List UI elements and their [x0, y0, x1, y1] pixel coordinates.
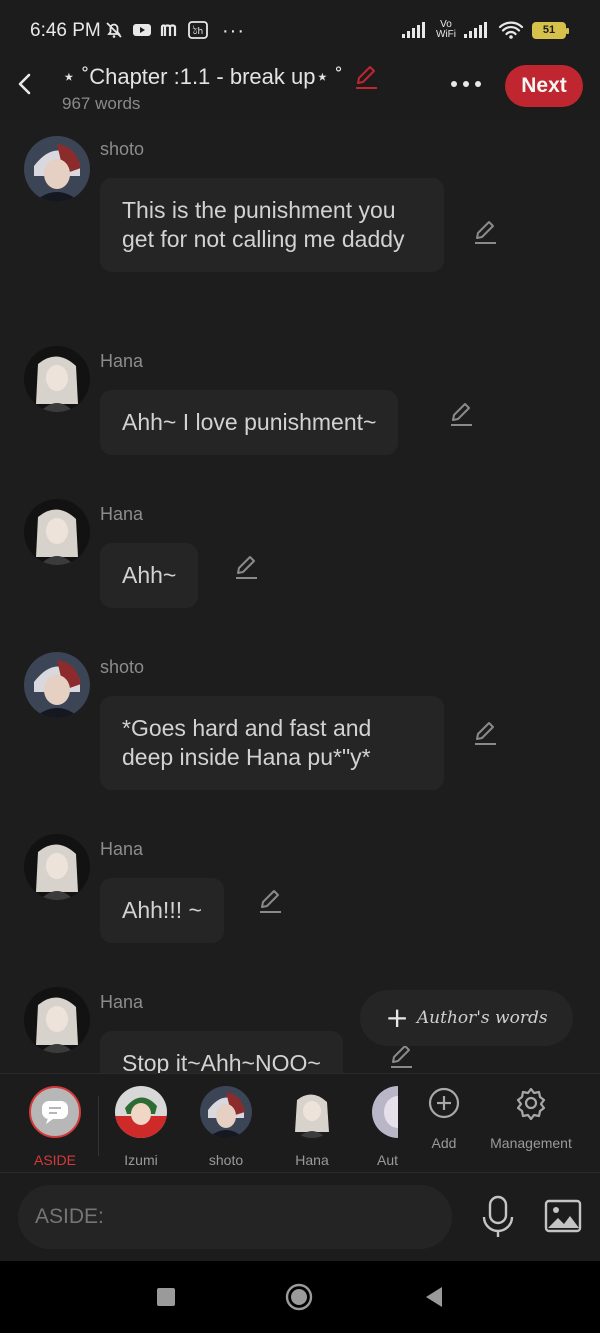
- character-label: Aut: [377, 1152, 398, 1168]
- izumi-avatar: [115, 1086, 167, 1138]
- hana-avatar[interactable]: [24, 499, 90, 565]
- speech-bubble-icon: [42, 1101, 68, 1124]
- back-triangle-icon[interactable]: [420, 1283, 448, 1311]
- add-character-button[interactable]: Add: [416, 1086, 472, 1151]
- title-block: ⋆ ˚Chapter :1.1 - break up⋆ ˚ 967 words: [62, 64, 379, 114]
- wifi-icon: [498, 21, 524, 39]
- hana-avatar[interactable]: [24, 346, 90, 412]
- add-label: Add: [431, 1135, 457, 1151]
- microphone-icon[interactable]: [478, 1195, 518, 1239]
- divider: [98, 1096, 99, 1156]
- aut-avatar: [372, 1086, 398, 1138]
- edit-pencil-icon[interactable]: [388, 1043, 414, 1069]
- authors-words-button[interactable]: + Author's words: [360, 990, 573, 1046]
- app-badge-icon: ঠh: [188, 21, 208, 39]
- hana-avatar[interactable]: [24, 987, 90, 1053]
- character-hana[interactable]: Hana: [277, 1086, 347, 1168]
- input-bar: [0, 1173, 600, 1261]
- character-aut[interactable]: Aut: [352, 1086, 398, 1168]
- shoto-avatar: [200, 1086, 252, 1138]
- character-label: Izumi: [124, 1152, 158, 1168]
- edit-pencil-icon[interactable]: [257, 888, 283, 914]
- home-circle-icon[interactable]: [285, 1283, 313, 1311]
- edit-pencil-icon[interactable]: [233, 554, 259, 580]
- hana-avatar: [286, 1086, 338, 1138]
- authors-words-label: Author's words: [416, 1008, 548, 1028]
- chat-area[interactable]: shoto This is the punishment you get for…: [0, 120, 600, 1073]
- more-options-icon[interactable]: [446, 72, 486, 96]
- word-count: 967 words: [62, 94, 141, 113]
- system-nav-bar: [0, 1261, 600, 1333]
- next-button[interactable]: Next: [505, 65, 583, 107]
- status-time: 6:46 PM: [30, 20, 101, 41]
- title-pencil-icon[interactable]: [353, 64, 379, 90]
- messenger-m-icon: [160, 24, 177, 36]
- speaker-name: shoto: [100, 139, 145, 159]
- back-arrow-icon[interactable]: [12, 70, 40, 98]
- add-circle-icon: [428, 1087, 460, 1119]
- plus-icon: +: [385, 1001, 409, 1034]
- character-label: Hana: [295, 1152, 329, 1168]
- recents-square-icon[interactable]: [152, 1283, 180, 1311]
- chapter-title[interactable]: ⋆ ˚Chapter :1.1 - break up⋆ ˚: [62, 64, 343, 90]
- youtube-icon: [133, 24, 151, 36]
- speaker-name: shoto: [100, 657, 145, 677]
- image-icon[interactable]: [544, 1199, 582, 1233]
- message-bubble[interactable]: *Goes hard and fast and deep inside Hana…: [100, 696, 444, 790]
- battery-icon: 51: [532, 21, 569, 39]
- vowifi-label: Vo WiFi: [436, 19, 456, 40]
- speaker-name: Hana: [100, 992, 144, 1012]
- character-aside[interactable]: ASIDE: [20, 1086, 90, 1168]
- gear-icon: [516, 1087, 546, 1121]
- speaker-name: Hana: [100, 839, 144, 859]
- character-label: shoto: [208, 1152, 244, 1168]
- character-izumi[interactable]: Izumi: [106, 1086, 176, 1168]
- status-system-icons: Vo WiFi 51: [402, 19, 569, 40]
- status-bar: 6:46 PM ঠh ··· Vo WiFi 51: [0, 0, 600, 64]
- message-bubble[interactable]: This is the punishment you get for not c…: [100, 178, 444, 272]
- status-more-icon: ···: [222, 20, 245, 42]
- signal-icon: [402, 22, 425, 38]
- chapter-header: ⋆ ˚Chapter :1.1 - break up⋆ ˚ 967 words …: [0, 64, 600, 120]
- status-notification-icons: ঠh: [104, 20, 208, 40]
- character-shoto[interactable]: shoto: [191, 1086, 261, 1168]
- character-bar: ASIDE Izumi shoto Hana Aut Add Managemen…: [0, 1073, 600, 1173]
- speaker-name: Hana: [100, 504, 144, 524]
- character-label: ASIDE: [33, 1152, 76, 1168]
- speaker-name: Hana: [100, 351, 144, 371]
- svg-text:ঠh: ঠh: [192, 25, 204, 37]
- message-bubble[interactable]: Ahh!!! ~: [100, 878, 224, 943]
- shoto-avatar[interactable]: [24, 652, 90, 718]
- signal-icon-2: [464, 22, 487, 38]
- shoto-avatar[interactable]: [24, 136, 90, 202]
- message-bubble[interactable]: Ahh~: [100, 543, 199, 608]
- bell-muted-icon: [106, 22, 122, 38]
- edit-pencil-icon[interactable]: [472, 720, 498, 746]
- message-bubble[interactable]: Stop it~Ahh~NOO~: [100, 1031, 343, 1073]
- aside-avatar: [29, 1086, 81, 1138]
- edit-pencil-icon[interactable]: [448, 401, 474, 427]
- hana-avatar[interactable]: [24, 834, 90, 900]
- message-input[interactable]: [18, 1185, 452, 1249]
- edit-pencil-icon[interactable]: [472, 219, 498, 245]
- management-button[interactable]: Management: [487, 1086, 575, 1151]
- message-bubble[interactable]: Ahh~ I love punishment~: [100, 390, 399, 455]
- management-label: Management: [490, 1135, 572, 1151]
